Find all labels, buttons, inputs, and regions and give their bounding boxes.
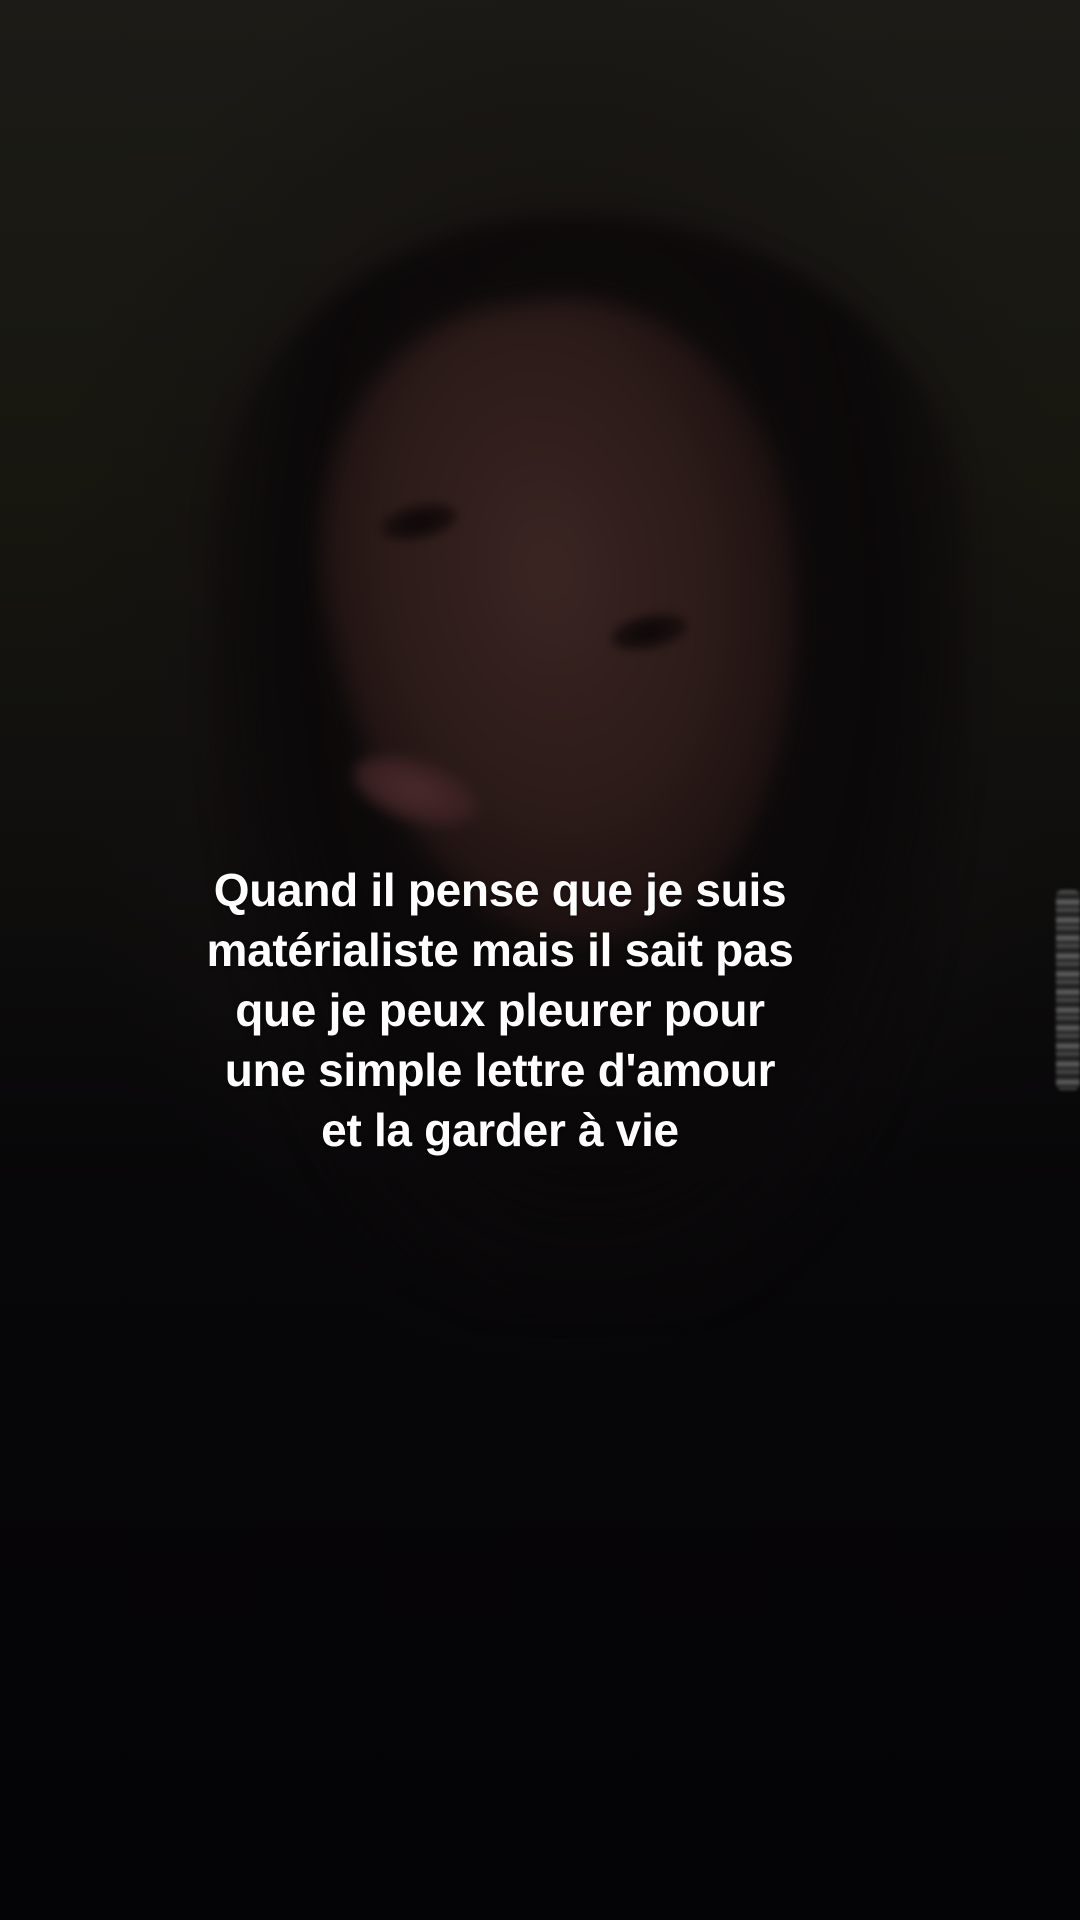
- caption-line: que je peux pleurer pour: [235, 984, 765, 1036]
- caption-text: Quand il pense que je suis matérialiste …: [140, 860, 860, 1160]
- caption-line: et la garder à vie: [321, 1104, 679, 1156]
- video-frame: Quand il pense que je suis matérialiste …: [0, 0, 1080, 1920]
- sparkle-light: [1056, 890, 1080, 1090]
- caption-line: matérialiste mais il sait pas: [206, 924, 794, 976]
- caption-line: Quand il pense que je suis: [213, 864, 787, 916]
- caption-line: une simple lettre d'amour: [224, 1044, 776, 1096]
